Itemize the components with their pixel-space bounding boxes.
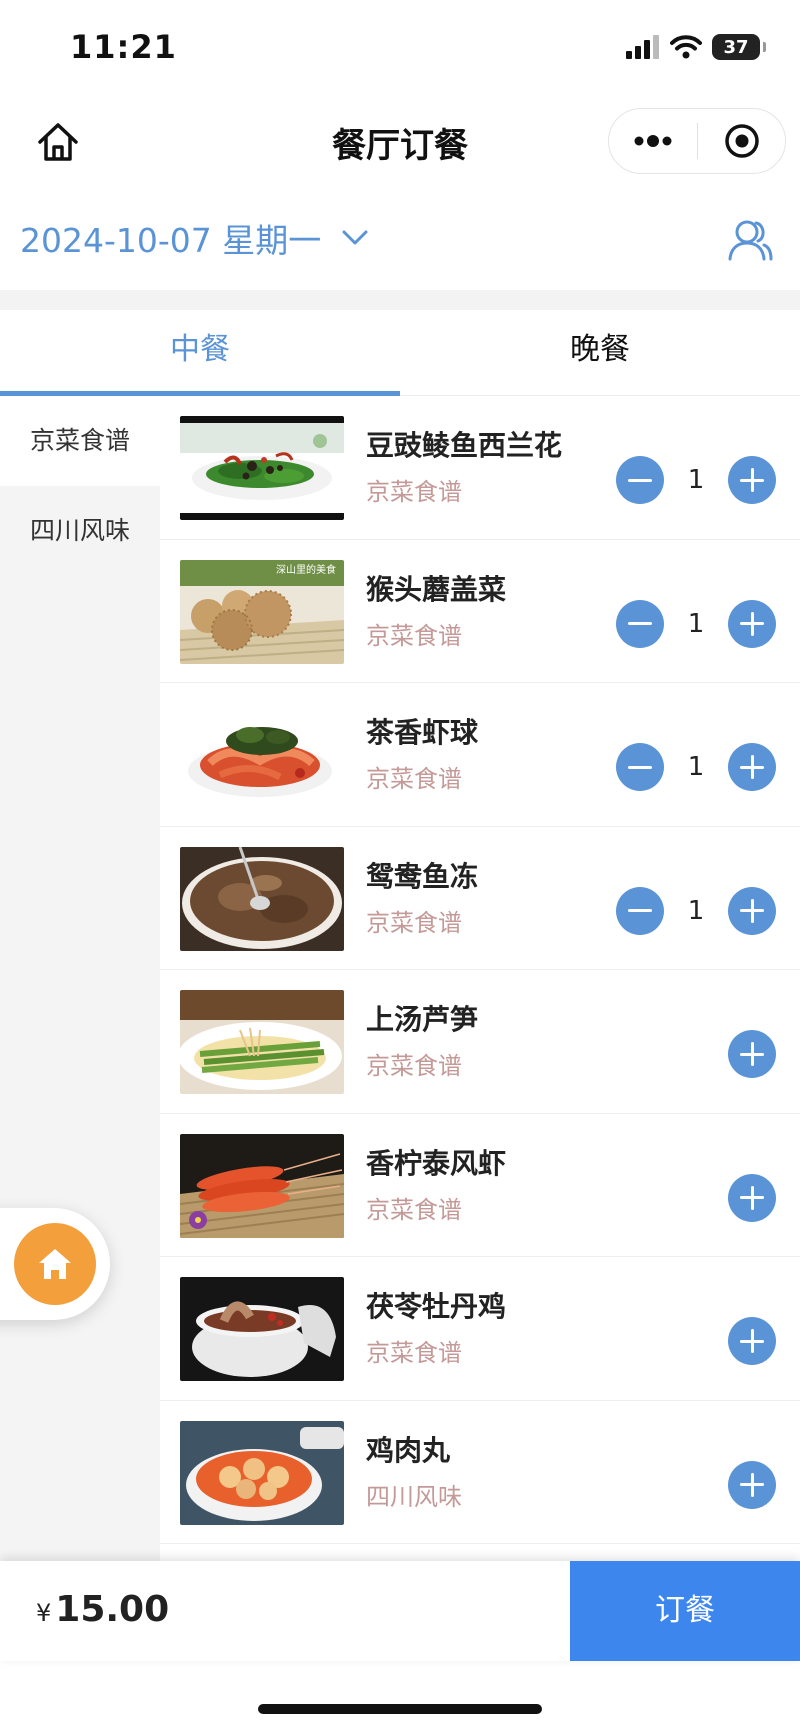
quantity-stepper — [616, 1317, 776, 1365]
floating-home-button[interactable] — [14, 1223, 96, 1305]
quantity-value: 1 — [687, 608, 705, 639]
quantity-value: 1 — [687, 895, 705, 926]
quantity-stepper — [616, 1030, 776, 1078]
dish-item[interactable]: 豆豉鲮鱼西兰花 京菜食谱 1 — [160, 396, 800, 540]
order-button[interactable]: 订餐 — [570, 1561, 800, 1661]
dish-category: 京菜食谱 — [366, 478, 462, 506]
status-bar: 11:21 37 — [0, 0, 800, 100]
mini-program-capsule — [608, 108, 786, 174]
quantity-value: 1 — [687, 752, 705, 782]
wifi-icon — [670, 35, 702, 59]
dish-photo — [180, 846, 344, 951]
dish-photo — [180, 1277, 344, 1381]
quantity-stepper: 1 — [616, 599, 776, 648]
plus-button[interactable] — [728, 1460, 776, 1509]
chevron-down-icon[interactable] — [340, 222, 370, 252]
minus-button[interactable] — [616, 456, 664, 504]
quantity-stepper: 1 — [616, 886, 776, 935]
plus-button[interactable] — [728, 1317, 776, 1365]
minus-button[interactable] — [616, 599, 664, 648]
category-sidebar: 京菜食谱 四川风味 — [0, 396, 160, 1561]
plus-button[interactable] — [728, 1030, 776, 1078]
close-button[interactable] — [698, 109, 785, 173]
checkout-bar: ¥15.00 订餐 — [0, 1561, 800, 1661]
dish-item[interactable]: 深山里的美食 猴头蘑盖菜 京菜食谱 1 — [160, 540, 800, 683]
quantity-stepper — [616, 1173, 776, 1222]
plus-button[interactable] — [728, 743, 776, 791]
dish-name: 豆豉鲮鱼西兰花 — [366, 429, 563, 462]
quantity-stepper: 1 — [616, 456, 776, 504]
status-time: 11:21 — [70, 28, 177, 66]
dish-item[interactable]: 香柠泰风虾 京菜食谱 — [160, 1114, 800, 1257]
dish-photo — [180, 1133, 344, 1238]
sidebar-item-sichuan[interactable]: 四川风味 — [0, 486, 160, 576]
dish-category: 京菜食谱 — [366, 1195, 462, 1224]
dish-category: 京菜食谱 — [366, 908, 462, 937]
battery-icon: 37 — [712, 34, 766, 60]
meal-tabs: 中餐 晚餐 — [0, 310, 800, 396]
plus-button[interactable] — [728, 456, 776, 504]
dish-item[interactable]: 茶香虾球 京菜食谱 1 — [160, 683, 800, 827]
user-icon[interactable] — [726, 216, 774, 264]
dish-list: 豆豉鲮鱼西兰花 京菜食谱 1 深山里的美食 猴头蘑盖菜 京菜食谱 1 茶香虾球 … — [160, 396, 800, 1561]
dish-name: 鸳鸯鱼冻 — [366, 859, 479, 893]
dish-name: 茯苓牡丹鸡 — [366, 1290, 507, 1323]
nav-bar: 餐厅订餐 — [0, 100, 800, 184]
more-dots-icon — [634, 135, 672, 147]
floating-home-panel — [0, 1208, 110, 1320]
dish-name: 鸡肉丸 — [366, 1433, 451, 1467]
quantity-value: 1 — [687, 465, 705, 495]
dish-photo — [180, 990, 344, 1094]
dish-photo — [180, 703, 344, 807]
sidebar-item-jingcai[interactable]: 京菜食谱 — [0, 396, 160, 486]
dish-category: 京菜食谱 — [366, 1339, 462, 1367]
dish-category: 四川风味 — [366, 1482, 462, 1511]
date-selector-row: 2024-10-07 星期一 — [0, 200, 800, 280]
tab-lunch[interactable]: 中餐 — [0, 310, 400, 396]
status-icons: 37 — [626, 34, 766, 60]
quantity-stepper: 1 — [616, 743, 776, 791]
dish-item[interactable]: 茯苓牡丹鸡 京菜食谱 — [160, 1257, 800, 1401]
minus-button[interactable] — [616, 886, 664, 935]
dish-category: 京菜食谱 — [366, 765, 462, 793]
dish-item[interactable]: 鸡肉丸 四川风味 — [160, 1401, 800, 1544]
target-icon — [724, 124, 759, 158]
dish-photo — [180, 1420, 344, 1525]
dish-item[interactable]: 鸳鸯鱼冻 京菜食谱 1 — [160, 827, 800, 970]
minus-button[interactable] — [616, 743, 664, 791]
home-indicator — [258, 1704, 542, 1714]
plus-button[interactable] — [728, 599, 776, 648]
dish-category: 京菜食谱 — [366, 621, 462, 650]
dish-name: 上汤芦笋 — [366, 1003, 479, 1036]
dish-item[interactable]: 上汤芦笋 京菜食谱 — [160, 970, 800, 1114]
currency-symbol: ¥ — [36, 1599, 52, 1627]
dish-category: 京菜食谱 — [366, 1052, 462, 1080]
dish-photo: 深山里的美食 — [180, 559, 344, 664]
plus-button[interactable] — [728, 886, 776, 935]
total-price: ¥15.00 — [36, 1589, 169, 1630]
dish-name: 猴头蘑盖菜 — [366, 572, 507, 606]
dish-photo — [180, 416, 344, 520]
dish-name: 茶香虾球 — [366, 716, 479, 749]
date-selector[interactable]: 2024-10-07 星期一 — [20, 214, 321, 262]
more-button[interactable] — [609, 109, 697, 173]
thumb-caption: 深山里的美食 — [276, 563, 336, 576]
tab-dinner[interactable]: 晚餐 — [400, 310, 800, 396]
quantity-stepper — [616, 1460, 776, 1509]
home-icon — [39, 1249, 71, 1279]
dish-name: 香柠泰风虾 — [366, 1146, 507, 1180]
signal-icon — [626, 35, 659, 59]
total-amount: 15.00 — [55, 1589, 170, 1630]
section-divider — [0, 290, 800, 310]
plus-button[interactable] — [728, 1173, 776, 1222]
